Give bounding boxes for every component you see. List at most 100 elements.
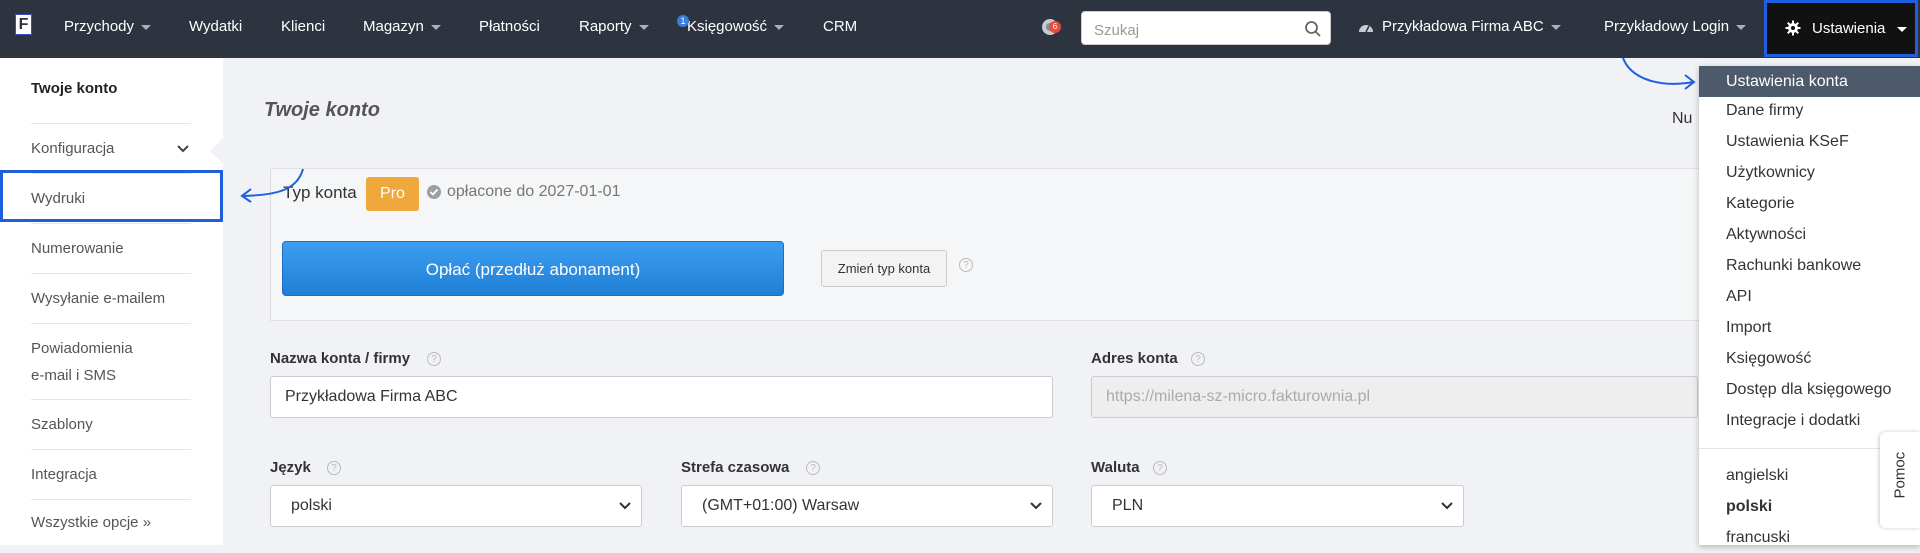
chevron-down-icon (1897, 27, 1907, 32)
menu-item-kategorie[interactable]: Kategorie (1699, 188, 1920, 219)
sidebar-item-wysylanie[interactable]: Wysyłanie e-mailem (31, 274, 191, 324)
help-icon[interactable]: ? (1191, 352, 1205, 366)
nav-wydatki[interactable]: Wydatki (189, 0, 242, 54)
chevron-down-icon (638, 24, 649, 30)
nav-raporty[interactable]: Raporty (579, 0, 649, 54)
nav-label: Płatności (479, 18, 540, 35)
info-badge: 1 (677, 15, 689, 27)
nav-przychody[interactable]: Przychody (64, 0, 152, 54)
menu-item-dostep-ksiegowego[interactable]: Dostęp dla księgowego (1699, 374, 1920, 405)
page-title: Twoje konto (264, 99, 380, 121)
menu-item-ksef[interactable]: Ustawienia KSeF (1699, 126, 1920, 157)
paid-until: opłacone do 2027-01-01 (447, 183, 621, 200)
sidebar-item-label: Szablony (31, 416, 93, 433)
currency-select[interactable]: PLN (1091, 485, 1464, 527)
help-icon[interactable]: ? (427, 352, 441, 366)
notification-count: 6 (1049, 21, 1061, 33)
menu-item-ustawienia-konta[interactable]: Ustawienia konta (1699, 66, 1920, 97)
nav-label: Raporty (579, 18, 632, 35)
sidebar-item-powiadomienia[interactable]: Powiadomienia e-mail i SMS (31, 324, 191, 400)
numbering-label: Nu (1672, 110, 1693, 127)
help-icon[interactable]: ? (1153, 461, 1167, 475)
settings-label: Ustawienia (1812, 20, 1886, 37)
chevron-down-icon (1736, 24, 1747, 30)
sidebar-item-integracja[interactable]: Integracja (31, 450, 191, 500)
help-icon[interactable]: ? (327, 461, 341, 475)
account-address-field: https://milena-sz-micro.fakturownia.pl (1091, 376, 1698, 418)
company-name-field[interactable]: Przykładowa Firma ABC (270, 376, 1053, 418)
chevron-down-icon (141, 24, 152, 30)
nav-label: Klienci (281, 18, 326, 35)
company-switcher[interactable]: Przykładowa Firma ABC (1358, 0, 1561, 54)
menu-item-api[interactable]: API (1699, 281, 1920, 312)
highlight-box (0, 170, 223, 222)
sidebar-item-szablony[interactable]: Szablony (31, 400, 191, 450)
nav-crm[interactable]: CRM (823, 0, 857, 54)
timezone-select[interactable]: (GMT+01:00) Warsaw (681, 485, 1053, 527)
menu-item-rachunki[interactable]: Rachunki bankowe (1699, 250, 1920, 281)
search-box (1081, 11, 1331, 45)
timezone-value: (GMT+01:00) Warsaw (702, 497, 860, 514)
dashboard-icon (1359, 25, 1373, 33)
nav-label: Wydatki (189, 18, 243, 35)
currency-label: Waluta (1091, 459, 1140, 476)
sidebar-item-label: Wszystkie opcje » (31, 514, 152, 531)
annotation-arrow-right (1622, 57, 1696, 90)
sidebar-item-konfiguracja[interactable]: Konfiguracja (31, 124, 191, 174)
help-icon[interactable]: ? (959, 258, 973, 272)
nav-label: Magazyn (363, 18, 424, 35)
sidebar-item-label: Integracja (31, 466, 97, 483)
app-logo[interactable]: F (15, 14, 32, 35)
language-label: Język (270, 459, 311, 476)
chevron-down-icon (774, 24, 785, 30)
sidebar-item-numerowanie[interactable]: Numerowanie (31, 224, 191, 274)
pay-subscription-button[interactable]: Opłać (przedłuż abonament) (282, 241, 784, 296)
account-type-label: Typ konta (283, 183, 357, 202)
sidebar-item-label: Twoje konto (31, 80, 118, 97)
sidebar-item-label: Powiadomienia (31, 340, 133, 357)
nav-platnosci[interactable]: Płatności (479, 0, 540, 54)
menu-item-uzytkownicy[interactable]: Użytkownicy (1699, 157, 1920, 188)
language-value: polski (291, 497, 332, 514)
menu-item-import[interactable]: Import (1699, 312, 1920, 343)
user-menu[interactable]: Przykładowy Login (1604, 0, 1747, 54)
menu-item-ksiegowosc[interactable]: Księgowość (1699, 343, 1920, 374)
gear-icon (1785, 20, 1801, 36)
top-navbar: F Przychody Wydatki Klienci Magazyn Płat… (0, 0, 1920, 58)
sidebar-item-wszystkie-opcje[interactable]: Wszystkie opcje » (31, 500, 191, 545)
sidebar-item-label: e-mail i SMS (31, 367, 117, 384)
sidebar-item-twoje-konto[interactable]: Twoje konto (31, 74, 191, 124)
help-icon[interactable]: ? (806, 461, 820, 475)
chevron-down-icon (430, 24, 441, 30)
chevron-down-icon (619, 502, 631, 510)
search-input[interactable] (1092, 19, 1296, 41)
help-tab[interactable]: Pomoc (1880, 432, 1920, 528)
nav-label: Przychody (64, 18, 135, 35)
nav-ksiegowosc[interactable]: 1 Księgowość (677, 0, 785, 54)
nav-label: CRM (823, 18, 858, 35)
chevron-down-icon (1441, 502, 1453, 510)
search-icon[interactable] (1304, 20, 1322, 38)
plan-badge: Pro (366, 177, 419, 211)
help-tab-label: Pomoc (1891, 451, 1909, 499)
nav-klienci[interactable]: Klienci (281, 0, 325, 54)
login-name: Przykładowy Login (1604, 18, 1730, 35)
company-name: Przykładowa Firma ABC (1382, 18, 1544, 35)
chevron-down-icon (1550, 24, 1561, 30)
active-pointer (210, 138, 223, 164)
nav-label: Księgowość (687, 18, 768, 35)
language-select[interactable]: polski (270, 485, 642, 527)
timezone-label: Strefa czasowa (681, 459, 790, 476)
chevron-down-icon[interactable] (177, 143, 189, 155)
menu-item-aktywnosci[interactable]: Aktywności (1699, 219, 1920, 250)
settings-button[interactable]: Ustawienia (1764, 0, 1918, 57)
sidebar-item-label: Numerowanie (31, 240, 124, 257)
nav-magazyn[interactable]: Magazyn (363, 0, 441, 54)
sidebar-item-label: Wysyłanie e-mailem (31, 290, 166, 307)
check-circle-icon (427, 185, 441, 199)
chevron-down-icon (1030, 502, 1042, 510)
sidebar: Twoje konto Konfiguracja Wydruki Numerow… (0, 58, 223, 545)
menu-item-dane-firmy[interactable]: Dane firmy (1699, 95, 1920, 126)
sidebar-item-label: Konfiguracja (31, 140, 115, 157)
change-plan-button[interactable]: Zmień typ konta (821, 250, 947, 287)
